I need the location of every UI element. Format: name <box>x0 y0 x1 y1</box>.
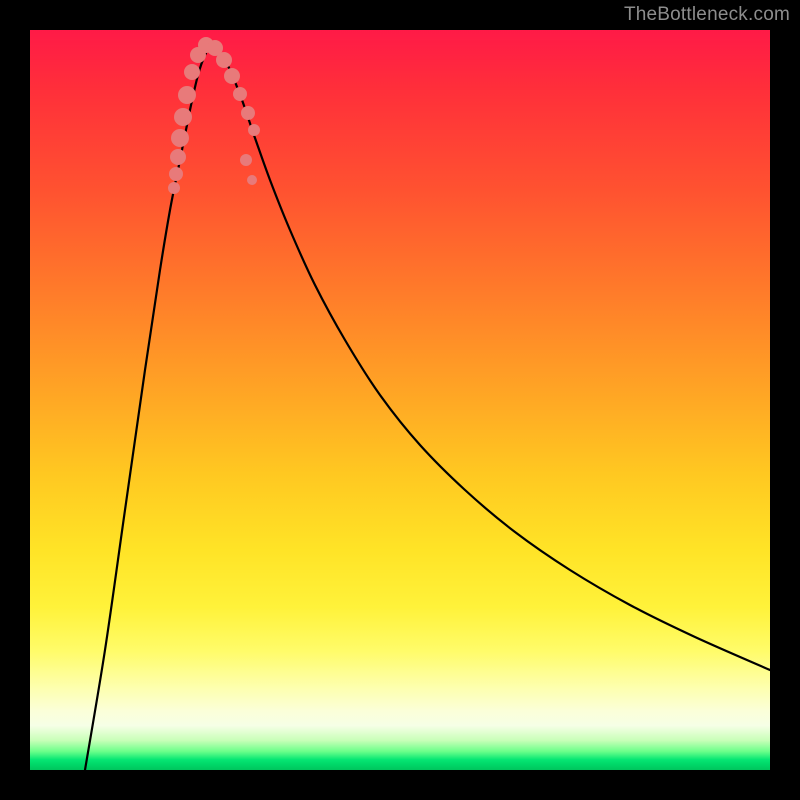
data-marker <box>178 86 196 104</box>
data-marker <box>216 52 232 68</box>
marker-group <box>168 37 260 194</box>
data-marker <box>240 154 252 166</box>
bottleneck-curve <box>85 45 770 770</box>
data-marker <box>184 64 200 80</box>
data-marker <box>171 129 189 147</box>
data-marker <box>233 87 247 101</box>
chart-frame: TheBottleneck.com <box>0 0 800 800</box>
data-marker <box>169 167 183 181</box>
data-marker <box>174 108 192 126</box>
chart-svg <box>30 30 770 770</box>
data-marker <box>241 106 255 120</box>
data-marker <box>168 182 180 194</box>
data-marker <box>248 124 260 136</box>
data-marker <box>247 175 257 185</box>
watermark-text: TheBottleneck.com <box>624 4 790 26</box>
data-marker <box>170 149 186 165</box>
data-marker <box>224 68 240 84</box>
plot-area <box>30 30 770 770</box>
